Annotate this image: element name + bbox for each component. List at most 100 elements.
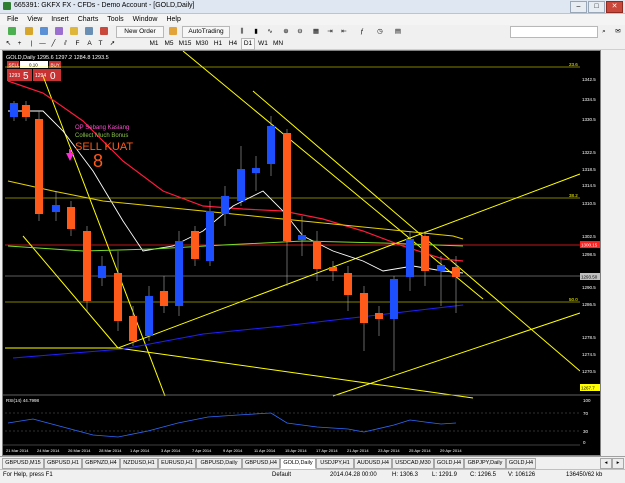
- periods-button[interactable]: ◷: [372, 26, 388, 38]
- x-tick: 21 Mar 2014: [6, 448, 29, 453]
- maximize-button[interactable]: □: [588, 1, 605, 13]
- bar-chart-button[interactable]: ⫼: [236, 26, 248, 38]
- tab-eurusd-h1[interactable]: EURUSD,H1: [158, 458, 196, 469]
- candle: [145, 296, 153, 336]
- tab-gbpusd-h1[interactable]: GBPUSD,H1: [44, 458, 82, 469]
- timeframe-m30[interactable]: M30: [194, 38, 210, 50]
- buy-price-main: 1294: [35, 73, 46, 79]
- timeframe-m15[interactable]: M15: [177, 38, 193, 50]
- y-tick: 1286.5: [582, 302, 596, 307]
- chart-shift-button[interactable]: ⇤: [338, 26, 350, 38]
- market-watch-button[interactable]: [37, 26, 51, 38]
- timeframe-h4[interactable]: H4: [226, 38, 240, 50]
- tab-usdcad-m30[interactable]: USDCAD,M30: [392, 458, 434, 469]
- menu-insert[interactable]: Insert: [51, 14, 69, 25]
- label-tool[interactable]: T: [95, 38, 106, 50]
- search-icon[interactable]: ⌕: [598, 26, 610, 38]
- price-chart[interactable]: GOLD,Daily 1295.6 1297.2 1284.8 1293.5 S…: [3, 50, 600, 455]
- line-chart-button[interactable]: ∿: [264, 26, 276, 38]
- candle: [191, 231, 199, 259]
- crosshair-tool[interactable]: +: [14, 38, 25, 50]
- close-button[interactable]: ✕: [606, 1, 623, 13]
- x-tick: 28 Mar 2014: [99, 448, 122, 453]
- menu-tools[interactable]: Tools: [107, 14, 123, 25]
- navigator-button[interactable]: [67, 26, 81, 38]
- status-traffic: 136450/62 kb: [566, 472, 603, 478]
- text-tool[interactable]: A: [84, 38, 95, 50]
- cursor-tool[interactable]: ↖: [3, 38, 14, 50]
- candle: [129, 316, 137, 341]
- tab-gold-daily[interactable]: GOLD,Daily: [280, 458, 316, 469]
- arrow-tool[interactable]: ➚: [107, 38, 118, 50]
- chart-window[interactable]: GOLD,Daily 1295.6 1297.2 1284.8 1293.5 S…: [2, 50, 601, 456]
- tab-gbpnzd-h4[interactable]: GBPNZD,H4: [82, 458, 120, 469]
- menu-view[interactable]: View: [27, 14, 42, 25]
- tab-gbpusd-m15[interactable]: GBPUSD,M15: [2, 458, 44, 469]
- channel-tool[interactable]: ⫽: [60, 38, 71, 50]
- trendline-tool[interactable]: ╱: [48, 38, 59, 50]
- autotrading-label: AutoTrading: [188, 28, 224, 35]
- minimize-button[interactable]: –: [570, 1, 587, 13]
- terminal-button[interactable]: [82, 26, 96, 38]
- fibonacci-tool[interactable]: F: [72, 38, 83, 50]
- horizontal-line-tool[interactable]: —: [37, 38, 48, 50]
- new-chart-button[interactable]: [3, 26, 21, 38]
- new-order-button[interactable]: New Order: [116, 26, 164, 38]
- buy-price-pip: 0: [50, 71, 56, 82]
- timeframe-w1[interactable]: W1: [256, 38, 270, 50]
- ma-red-line: [7, 80, 464, 262]
- timeframe-mn[interactable]: MN: [271, 38, 285, 50]
- fibo-label-38: 38.2: [569, 193, 578, 198]
- indicators-button[interactable]: ƒ: [354, 26, 370, 38]
- autoscroll-button[interactable]: ⇥: [324, 26, 336, 38]
- tabs-scroll-right[interactable]: ▸: [612, 458, 624, 469]
- price-scale[interactable]: [580, 51, 600, 395]
- fibo-label-23: 23.6: [569, 62, 578, 67]
- chat-icon[interactable]: ✉: [612, 26, 624, 38]
- status-help: For Help, press F1: [3, 472, 53, 478]
- time-axis-ticks: 21 Mar 2014 24 Mar 2014 26 Mar 2014 28 M…: [6, 448, 462, 453]
- zoom-out-button[interactable]: ⊖: [294, 26, 306, 38]
- tab-audusd-h4[interactable]: AUDUSD,H4: [354, 458, 392, 469]
- menu-window[interactable]: Window: [133, 14, 158, 25]
- tile-windows-button[interactable]: ▦: [310, 26, 322, 38]
- tabs-scroll-left[interactable]: ◂: [600, 458, 612, 469]
- tab-nzdusd-h1[interactable]: NZDUSD,H1: [120, 458, 158, 469]
- autotrading-button[interactable]: AutoTrading: [182, 26, 230, 38]
- templates-button[interactable]: ▤: [390, 26, 406, 38]
- timeframe-h1[interactable]: H1: [211, 38, 225, 50]
- strategy-tester-button[interactable]: [97, 26, 111, 38]
- vertical-line-tool[interactable]: |: [26, 38, 37, 50]
- tab-gbpusd-h4[interactable]: GBPUSD,H4: [242, 458, 280, 469]
- tab-gbpjpy-daily[interactable]: GBPJPY,Daily: [464, 458, 506, 469]
- candle: [360, 293, 368, 323]
- metaeditor-button[interactable]: [166, 26, 180, 38]
- window-title: 665391: GKFX FX - CFDs - Demo Account - …: [14, 2, 195, 9]
- profiles-button[interactable]: [22, 26, 36, 38]
- candle-chart-button[interactable]: ▮: [250, 26, 262, 38]
- data-window-button[interactable]: [52, 26, 66, 38]
- timeframe-m1[interactable]: M1: [147, 38, 161, 50]
- menu-charts[interactable]: Charts: [78, 14, 99, 25]
- right-panel-scrollbar[interactable]: [606, 50, 623, 454]
- candle: [10, 103, 18, 117]
- menu-file[interactable]: File: [7, 14, 18, 25]
- candle: [206, 211, 214, 261]
- candle: [98, 266, 106, 278]
- tab-usdjpy-h1[interactable]: USDJPY,H1: [316, 458, 354, 469]
- candle: [390, 279, 398, 319]
- search-input[interactable]: [510, 26, 598, 38]
- sell-price-pip: 5: [23, 71, 29, 82]
- standard-toolbar: New Order AutoTrading ⫼ ▮ ∿ ⊕ ⊖ ▦ ⇥ ⇤ ƒ …: [0, 25, 625, 39]
- tab-gbpusd-daily[interactable]: GBPUSD,Daily: [196, 458, 242, 469]
- x-tick: 26 Mar 2014: [68, 448, 91, 453]
- tester-icon: [100, 27, 108, 36]
- zoom-in-button[interactable]: ⊕: [280, 26, 292, 38]
- timeframe-m5[interactable]: M5: [162, 38, 176, 50]
- one-click-trade-panel: SELL 0.10 BUY 1293 5 1294 0: [7, 61, 61, 82]
- menu-help[interactable]: Help: [166, 14, 180, 25]
- rsi-label: RSI(14) 44.7998: [6, 398, 40, 403]
- timeframe-d1[interactable]: D1: [241, 38, 255, 50]
- tab-gold-h4-2[interactable]: GOLD,H4: [506, 458, 536, 469]
- tab-gold-h4[interactable]: GOLD,H4: [434, 458, 464, 469]
